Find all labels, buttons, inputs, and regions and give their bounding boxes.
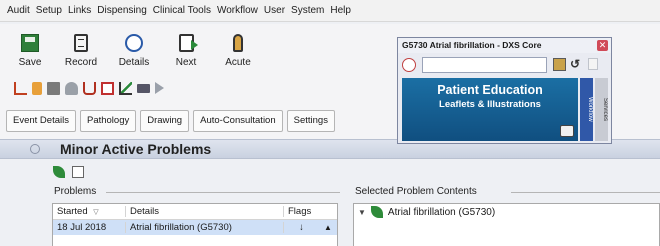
tab-settings[interactable]: Settings	[286, 110, 335, 132]
problems-group-title: Problems	[54, 186, 100, 197]
dxs-logo-icon	[402, 58, 416, 72]
record-icon	[74, 34, 88, 52]
group-divider	[106, 192, 340, 193]
problems-table: Started ▽ Details Flags 18 Jul 2018 Atri…	[52, 203, 338, 246]
problem-toolbar	[53, 166, 84, 180]
details-button[interactable]: Details	[112, 34, 156, 68]
menu-help[interactable]: Help	[327, 5, 354, 16]
row-started: 18 Jul 2018	[57, 222, 107, 233]
column-started[interactable]: Started ▽	[53, 206, 125, 217]
record-label: Record	[64, 57, 98, 68]
save-label: Save	[18, 57, 42, 68]
acute-button[interactable]: Acute	[216, 34, 260, 68]
menu-audit[interactable]: Audit	[4, 5, 33, 16]
acute-icon	[233, 34, 243, 52]
menu-links[interactable]: Links	[65, 5, 94, 16]
tab-pathology[interactable]: Pathology	[79, 110, 137, 132]
menu-bar: Audit Setup Links Dispensing Clinical To…	[0, 0, 660, 22]
popup-search-row: ↺	[402, 56, 607, 74]
save-icon	[21, 34, 39, 52]
dxs-popup: G5730 Atrial fibrillation - DXS Core ✕ ↺…	[397, 37, 612, 144]
save-button[interactable]: Save	[8, 34, 52, 68]
column-details[interactable]: Details	[125, 206, 283, 217]
details-label: Details	[118, 57, 150, 68]
tab-event-details[interactable]: Event Details	[6, 110, 76, 132]
growth-icon[interactable]	[32, 81, 42, 95]
selected-contents-group: Selected Problem Contents ▼ Atrial fibri…	[351, 186, 660, 246]
tab-auto-consultation[interactable]: Auto-Consultation	[193, 110, 283, 132]
next-label: Next	[175, 57, 197, 68]
keyboard-icon[interactable]	[137, 83, 150, 93]
acute-label: Acute	[225, 57, 251, 68]
problem-list-icon[interactable]	[72, 166, 84, 178]
row-details: Atrial fibrillation (G5730)	[125, 222, 283, 233]
close-icon[interactable]: ✕	[597, 40, 608, 51]
tools-icon[interactable]	[47, 81, 60, 95]
banner-title: Patient Education	[437, 83, 543, 97]
record-button[interactable]: Record	[59, 34, 103, 68]
menu-user[interactable]: User	[261, 5, 288, 16]
column-started-label: Started	[57, 206, 88, 217]
details-icon	[125, 34, 143, 52]
problem-leaf-icon	[370, 206, 383, 218]
table-row[interactable]: 18 Jul 2018 Atrial fibrillation (G5730) …	[53, 220, 337, 235]
edit-icon[interactable]: ↺	[570, 57, 580, 71]
forward-arrow-icon[interactable]	[155, 82, 164, 94]
open-leaflet-icon[interactable]	[560, 125, 574, 137]
cup-icon[interactable]	[83, 81, 96, 95]
menu-setup[interactable]: Setup	[33, 5, 65, 16]
popup-title: G5730 Atrial fibrillation - DXS Core	[398, 38, 611, 53]
problems-group: Problems Started ▽ Details Flags 18 Jul …	[50, 186, 340, 246]
calendar-icon[interactable]	[101, 81, 114, 95]
column-flags[interactable]: Flags	[283, 206, 319, 217]
menu-clinical-tools[interactable]: Clinical Tools	[150, 5, 214, 16]
chart-icon[interactable]	[14, 81, 27, 95]
tree-item[interactable]: ▼ Atrial fibrillation (G5730)	[354, 204, 659, 220]
menu-system[interactable]: System	[288, 5, 327, 16]
menu-workflow[interactable]: Workflow	[214, 5, 261, 16]
table-header: Started ▽ Details Flags	[53, 204, 337, 220]
small-toolbar	[14, 80, 164, 96]
contents-tree: ▼ Atrial fibrillation (G5730)	[353, 203, 660, 246]
section-title: Minor Active Problems	[60, 141, 212, 157]
stamp-icon[interactable]	[65, 81, 78, 95]
consultation-tabs: Event Details Pathology Drawing Auto-Con…	[6, 110, 335, 132]
sort-icon: ▽	[93, 209, 99, 216]
side-tab-workflow[interactable]: Workflow	[580, 78, 593, 141]
popup-side-tabs: Workflow Services	[580, 78, 608, 141]
pin-icon[interactable]	[30, 144, 40, 154]
add-problem-icon[interactable]	[53, 166, 65, 178]
contents-group-title: Selected Problem Contents	[355, 186, 480, 197]
menu-dispensing[interactable]: Dispensing	[94, 5, 149, 16]
next-button[interactable]: Next	[164, 34, 208, 68]
tab-drawing[interactable]: Drawing	[140, 110, 190, 132]
group-divider	[511, 192, 660, 193]
chevron-up-icon[interactable]: ▲	[319, 223, 337, 232]
row-flag: ↓	[283, 222, 319, 233]
next-icon	[178, 34, 198, 52]
popup-search-input[interactable]	[422, 57, 547, 73]
tree-item-label: Atrial fibrillation (G5730)	[387, 206, 496, 218]
side-tab-services[interactable]: Services	[595, 78, 608, 141]
document-icon[interactable]	[588, 58, 598, 70]
bookmark-icon[interactable]	[553, 58, 566, 71]
patient-education-banner[interactable]: Patient Education Leaflets & Illustratio…	[402, 78, 578, 141]
expand-arrow-icon[interactable]: ▼	[358, 208, 366, 217]
graph-icon[interactable]	[119, 81, 132, 95]
banner-subtitle: Leaflets & Illustrations	[439, 99, 541, 110]
